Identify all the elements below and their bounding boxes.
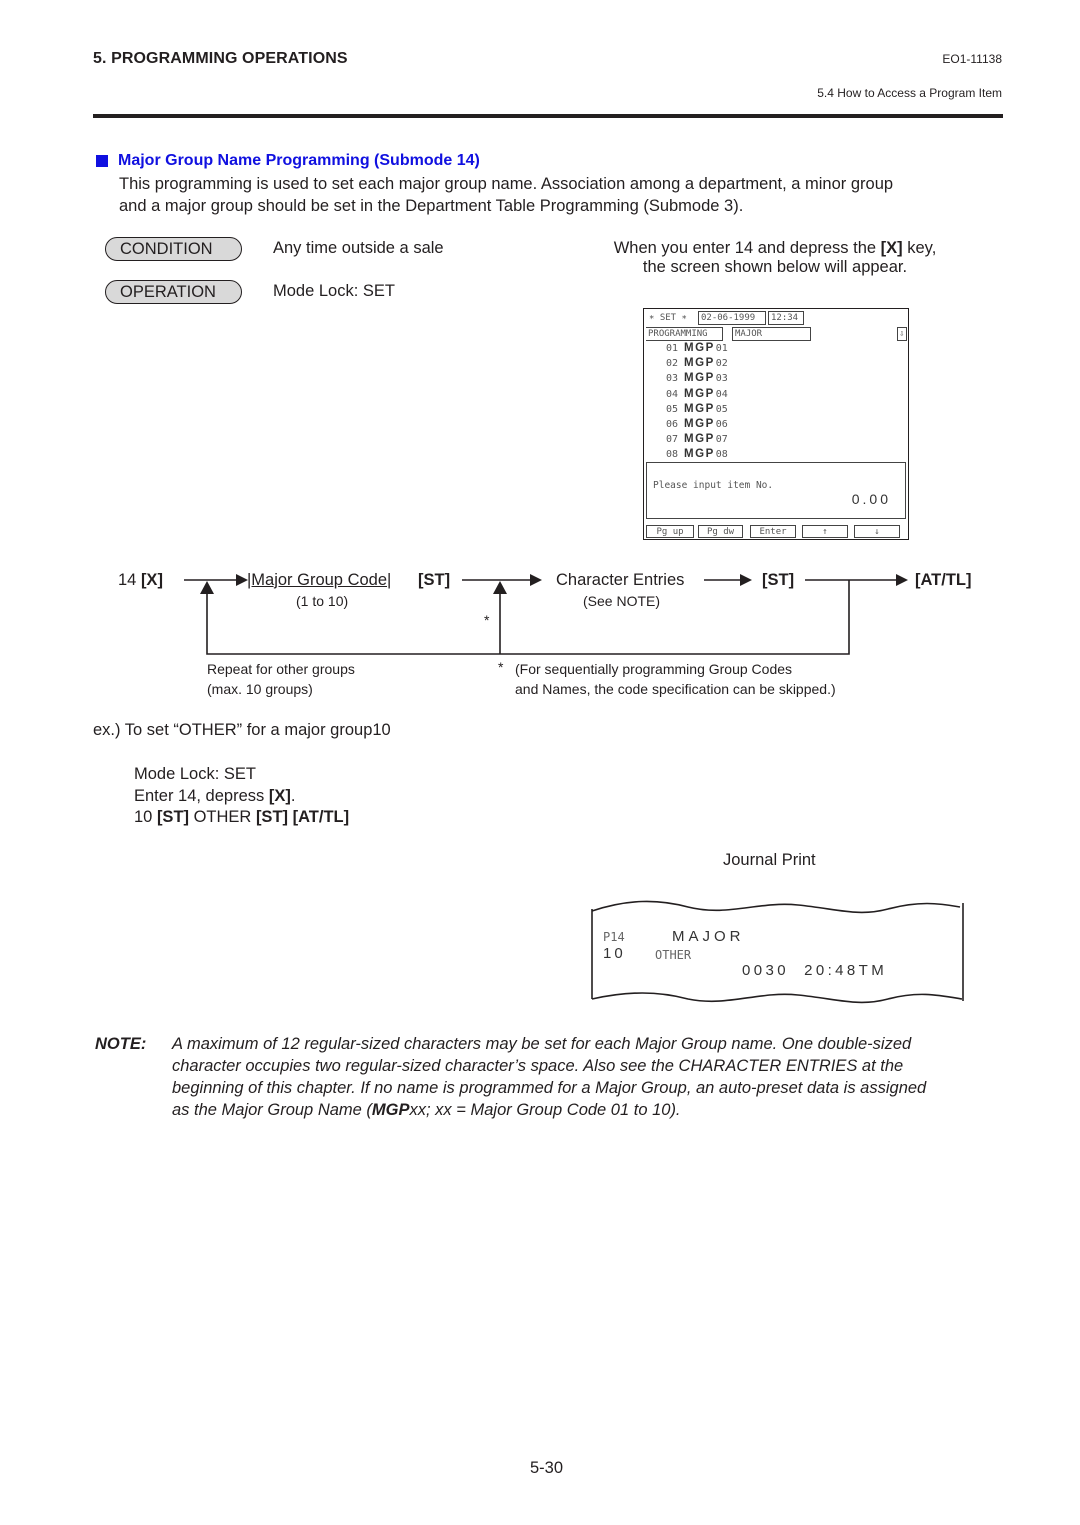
repeat-line-1: Repeat for other groups (207, 661, 355, 677)
example-title: ex.) To set “OTHER” for a major group10 (93, 721, 391, 739)
journal-program-code: P14 (603, 930, 625, 944)
note-line-2: character occupies two regular-sized cha… (172, 1057, 904, 1075)
example-steps: Mode Lock: SET Enter 14, depress [X]. 10… (134, 764, 349, 829)
journal-top-edge (591, 900, 961, 914)
flow-repeat-note: Repeat for other groups (max. 10 groups) (207, 659, 355, 699)
flow-asterisk: * (484, 612, 490, 628)
note-line-4-end: xx; xx = Major Group Code 01 to 10). (409, 1101, 681, 1119)
flow-major-group-code: |Major Group Code| (247, 571, 392, 589)
note-line-4: as the Major Group Name (MGPxx; xx = Maj… (172, 1099, 1005, 1121)
step-3-key-attl: [AT/TL] (288, 808, 350, 826)
note-line-1: A maximum of 12 regular-sized characters… (172, 1035, 912, 1053)
note-label: NOTE: (95, 1035, 147, 1053)
journal-group-number: 10 (603, 945, 626, 962)
step-3-number: 10 (134, 808, 157, 826)
step-2-key: [X] (268, 786, 291, 805)
flow-at-tl: [AT/TL] (915, 571, 972, 589)
arrow-head-2 (530, 574, 542, 586)
footnote-line-2: and Names, the code specification can be… (515, 681, 836, 697)
flow-see-note: (See NOTE) (583, 593, 661, 609)
arrow-head-3 (740, 574, 752, 586)
step-2-end: . (290, 786, 296, 805)
arrow-head-up-2 (493, 581, 507, 594)
journal-title: MAJOR (672, 928, 745, 945)
step-3-key-st-2: [ST] (255, 808, 289, 826)
step-3-name: OTHER (189, 808, 256, 826)
footnote-line-1: (For sequentially programming Group Code… (515, 661, 793, 677)
repeat-line-2: (max. 10 groups) (207, 681, 313, 697)
flow-code-range: (1 to 10) (296, 593, 349, 609)
arrow-head-up-1 (200, 581, 214, 594)
example-step-3: 10 [ST] OTHER [ST] [AT/TL] (134, 807, 349, 829)
journal-counter-time: 0030 20:48TM (742, 962, 888, 979)
flow-footnote: (For sequentially programming Group Code… (515, 659, 836, 699)
journal-bottom-edge (591, 992, 963, 1004)
note-line-3: beginning of this chapter. If no name is… (172, 1079, 927, 1097)
note-block: NOTE: A maximum of 12 regular-sized char… (95, 1033, 1005, 1121)
journal-group-name: OTHER (655, 948, 692, 962)
footnote-mark: * (498, 659, 504, 675)
flow-st-1: [ST] (418, 571, 451, 589)
note-line-4-text: as the Major Group Name ( (172, 1101, 372, 1119)
note-line-4-bold: MGP (371, 1101, 410, 1119)
note-body: A maximum of 12 regular-sized characters… (172, 1033, 1005, 1121)
flow-character-entries: Character Entries (556, 571, 685, 589)
step-2-text: Enter 14, depress (134, 786, 269, 805)
example-step-1: Mode Lock: SET (134, 765, 256, 783)
journal-caption: Journal Print (723, 851, 816, 869)
arrow-head-4 (896, 574, 908, 586)
journal-print (591, 900, 964, 1004)
flow-arrows (184, 574, 908, 655)
step-3-key-st: [ST] (156, 808, 190, 826)
loop-line (206, 580, 850, 655)
example-step-2: Enter 14, depress [X]. (134, 786, 349, 808)
page-number: 5-30 (530, 1459, 564, 1477)
flow-st-2: [ST] (762, 571, 795, 589)
